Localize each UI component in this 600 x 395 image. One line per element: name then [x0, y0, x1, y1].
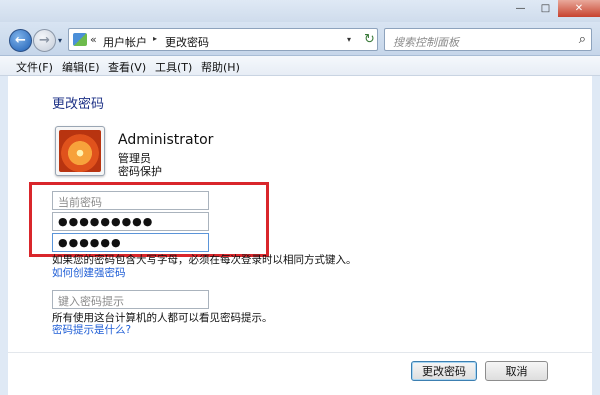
- change-password-button[interactable]: 更改密码: [411, 361, 477, 381]
- search-placeholder: 搜索控制面板: [393, 36, 459, 49]
- navigation-bar: ← → ▾ « 用户帐户 ▸ 更改密码 ▾ ↻ 搜索控制面板 ⌕: [0, 22, 600, 56]
- password-protected-label: 密码保护: [118, 165, 162, 178]
- password-hint-field[interactable]: 键入密码提示: [52, 290, 209, 309]
- menu-tools[interactable]: 工具(T): [155, 59, 192, 75]
- search-input[interactable]: 搜索控制面板 ⌕: [384, 28, 592, 51]
- page-title: 更改密码: [52, 97, 105, 112]
- menu-edit[interactable]: 编辑(E): [62, 59, 100, 75]
- maximize-button[interactable]: □: [533, 0, 558, 17]
- address-dropdown-icon[interactable]: ▾: [347, 35, 351, 44]
- flower-avatar-icon: [59, 130, 101, 172]
- user-avatar: [55, 126, 105, 176]
- menu-view[interactable]: 查看(V): [108, 59, 146, 75]
- footer-divider: [8, 352, 592, 353]
- menu-file[interactable]: 文件(F): [16, 59, 53, 75]
- menu-help[interactable]: 帮助(H): [201, 59, 240, 75]
- forward-button[interactable]: →: [33, 29, 56, 52]
- menu-bar: 文件(F) 编辑(E) 查看(V) 工具(T) 帮助(H): [0, 56, 600, 76]
- title-bar: — □ ✕: [0, 0, 600, 22]
- refresh-icon[interactable]: ↻: [364, 32, 375, 47]
- breadcrumb-overflow[interactable]: «: [90, 33, 97, 46]
- breadcrumb-arrow-icon[interactable]: ▸: [153, 34, 157, 43]
- close-button[interactable]: ✕: [558, 0, 600, 17]
- recent-pages-dropdown[interactable]: ▾: [58, 36, 62, 45]
- breadcrumb-change-password[interactable]: 更改密码: [165, 34, 209, 50]
- breadcrumb-user-accounts[interactable]: 用户帐户: [103, 34, 147, 50]
- control-panel-icon: [73, 33, 87, 46]
- cancel-button[interactable]: 取消: [485, 361, 548, 381]
- back-button[interactable]: ←: [9, 29, 32, 52]
- minimize-button[interactable]: —: [508, 0, 533, 17]
- password-hint-help-link[interactable]: 密码提示是什么?: [52, 322, 131, 337]
- address-bar[interactable]: « 用户帐户 ▸ 更改密码 ▾ ↻: [68, 28, 378, 51]
- highlight-annotation-box: [29, 182, 269, 257]
- strong-password-link[interactable]: 如何创建强密码: [52, 265, 126, 280]
- user-name: Administrator: [118, 132, 214, 148]
- search-icon[interactable]: ⌕: [579, 32, 586, 47]
